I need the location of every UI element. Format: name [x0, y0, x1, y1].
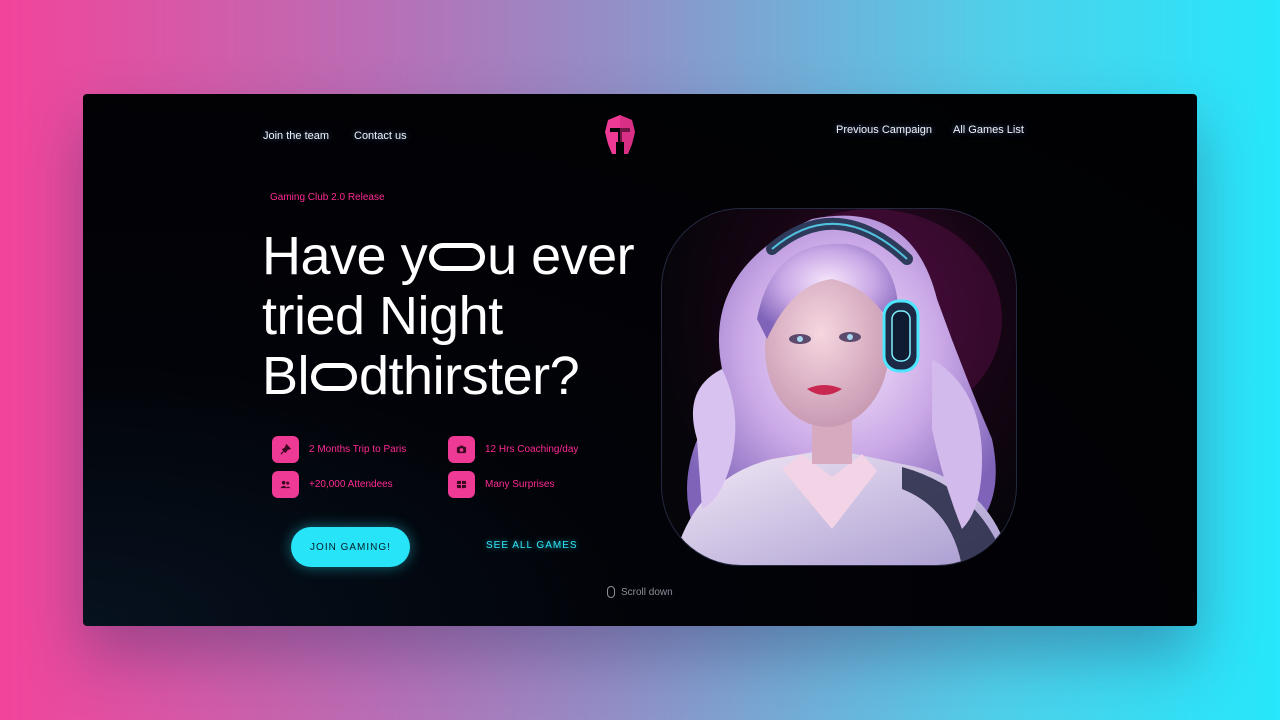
mouse-icon [607, 586, 615, 598]
feature-label: 12 Hrs Coaching/day [485, 444, 579, 455]
gamer-girl-art [672, 209, 1012, 565]
headline-part: dthirster? [359, 346, 580, 406]
landing-page-frame: Join the team Contact us Previous Campai… [83, 94, 1197, 626]
feature-item: 2 Months Trip to Paris [272, 436, 406, 463]
gift-icon [448, 471, 475, 498]
feature-label: 2 Months Trip to Paris [309, 444, 407, 455]
feature-item: +20,000 Attendees [272, 471, 393, 498]
headline-part: Have y [262, 226, 428, 286]
release-tag: Gaming Club 2.0 Release [270, 192, 385, 203]
scroll-down-indicator[interactable]: Scroll down [607, 586, 673, 598]
camera-icon [448, 436, 475, 463]
headline-line: tried Night [262, 286, 503, 346]
nav-contact-link[interactable]: Contact us [354, 130, 407, 142]
join-gaming-button[interactable]: JOIN GAMING! [291, 527, 410, 567]
hero-headline: Have y u ever tried Night Bl dthirster? [262, 226, 662, 406]
helmet-logo-icon[interactable] [602, 114, 638, 156]
feature-item: Many Surprises [448, 471, 554, 498]
pin-icon [272, 436, 299, 463]
gamer-girl-illustration [661, 208, 1017, 566]
hero-image-card [661, 208, 1017, 566]
nav-previous-campaign-link[interactable]: Previous Campaign [836, 124, 932, 136]
scroll-down-label: Scroll down [621, 586, 673, 598]
nav-all-games-link[interactable]: All Games List [953, 124, 1024, 136]
pill-o-glyph [311, 363, 358, 391]
feature-label: +20,000 Attendees [309, 479, 393, 490]
see-all-games-link[interactable]: SEE ALL GAMES [486, 540, 578, 551]
headline-part: u ever [487, 226, 635, 286]
headline-part: Bl [262, 346, 310, 406]
pill-o-glyph [429, 243, 486, 271]
nav-join-team-link[interactable]: Join the team [263, 130, 329, 142]
users-icon [272, 471, 299, 498]
feature-item: 12 Hrs Coaching/day [448, 436, 578, 463]
feature-label: Many Surprises [485, 479, 555, 490]
